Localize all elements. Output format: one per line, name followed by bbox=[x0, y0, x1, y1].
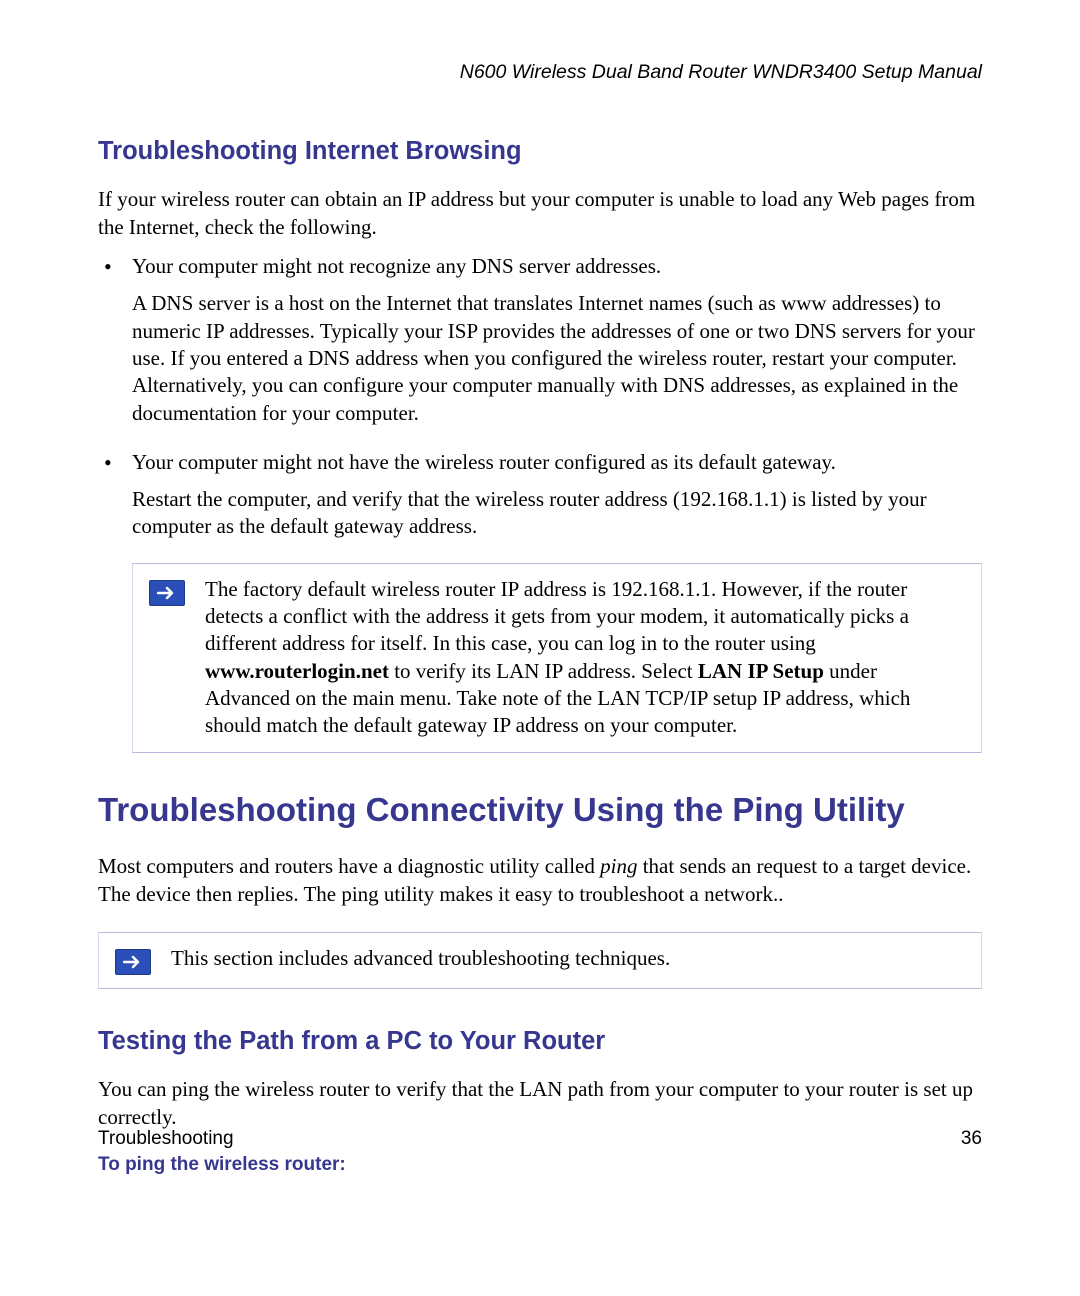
arrow-right-icon bbox=[149, 576, 185, 607]
note-box: The factory default wireless router IP a… bbox=[132, 563, 982, 753]
bullet-detail: Restart the computer, and verify that th… bbox=[132, 486, 982, 541]
note-text-part: to verify its LAN IP address. Select bbox=[389, 659, 698, 683]
note-text: This section includes advanced troublesh… bbox=[171, 945, 963, 972]
ping-intro: Most computers and routers have a diagno… bbox=[98, 853, 982, 908]
footer-page-number: 36 bbox=[961, 1127, 982, 1152]
heading-troubleshooting-browsing: Troubleshooting Internet Browsing bbox=[98, 135, 982, 168]
heading-testing-path: Testing the Path from a PC to Your Route… bbox=[98, 1025, 982, 1058]
text-part: Most computers and routers have a diagno… bbox=[98, 854, 600, 878]
bullet-lead: Your computer might not have the wireles… bbox=[132, 449, 982, 476]
note-bold: www.routerlogin.net bbox=[205, 659, 389, 683]
heading-ping-utility: Troubleshooting Connectivity Using the P… bbox=[98, 789, 982, 832]
text-italic: ping bbox=[600, 854, 637, 878]
document-header: N600 Wireless Dual Band Router WNDR3400 … bbox=[98, 60, 982, 85]
bullet-list: Your computer might not recognize any DN… bbox=[98, 253, 982, 541]
arrow-right-icon bbox=[115, 945, 151, 976]
list-item: Your computer might not have the wireles… bbox=[98, 449, 982, 541]
bullet-lead: Your computer might not recognize any DN… bbox=[132, 253, 982, 280]
note-text: The factory default wireless router IP a… bbox=[205, 576, 963, 740]
list-item: Your computer might not recognize any DN… bbox=[98, 253, 982, 427]
page-footer: Troubleshooting 36 bbox=[98, 1127, 982, 1152]
note-text-part: The factory default wireless router IP a… bbox=[205, 577, 909, 656]
bullet-detail: A DNS server is a host on the Internet t… bbox=[132, 290, 982, 426]
footer-section: Troubleshooting bbox=[98, 1127, 234, 1152]
note-bold: LAN IP Setup bbox=[698, 659, 824, 683]
sub-intro: You can ping the wireless router to veri… bbox=[98, 1076, 982, 1131]
intro-paragraph: If your wireless router can obtain an IP… bbox=[98, 186, 982, 241]
note-box: This section includes advanced troublesh… bbox=[98, 932, 982, 989]
action-heading: To ping the wireless router: bbox=[98, 1153, 982, 1178]
